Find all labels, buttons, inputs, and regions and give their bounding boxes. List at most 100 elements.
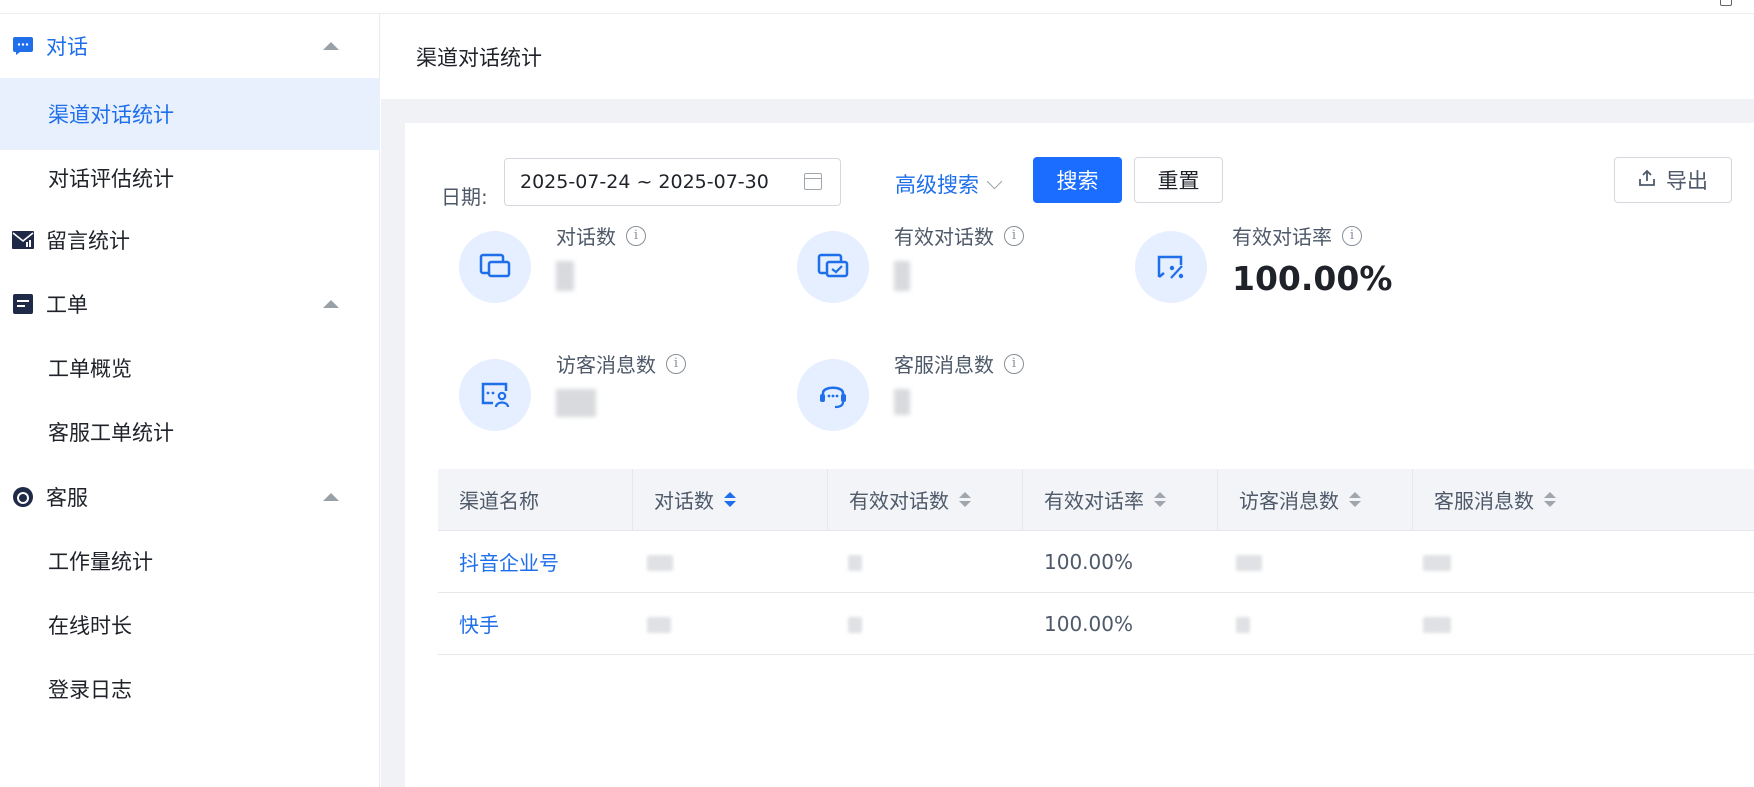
calendar-icon	[804, 173, 822, 190]
table-cell	[633, 593, 828, 654]
top-bar	[0, 0, 1754, 14]
sidebar-group-chat[interactable]: 对话	[0, 18, 380, 74]
column-header-agent-messages[interactable]: 客服消息数	[1413, 469, 1754, 530]
stat-label: 客服消息数 i	[894, 349, 1024, 378]
chat-icon	[12, 35, 34, 57]
chevron-down-icon	[986, 173, 1003, 189]
sidebar-item-label: 客服工单统计	[48, 421, 174, 445]
date-label: 日期:	[441, 185, 488, 209]
sidebar-item-workload[interactable]: 工作量统计	[0, 525, 380, 597]
sidebar-group-tickets[interactable]: 工单	[0, 276, 380, 332]
sidebar-group-label: 留言统计	[46, 229, 130, 253]
info-icon[interactable]: i	[1342, 225, 1362, 246]
sidebar-group-label: 客服	[46, 486, 88, 510]
sidebar-item-ticket-overview[interactable]: 工单概览	[0, 332, 380, 404]
search-button[interactable]: 搜索	[1033, 157, 1122, 203]
export-label: 导出	[1666, 169, 1708, 193]
stat-valid-conversations: 有效对话数 i	[797, 221, 1137, 321]
advanced-search-toggle[interactable]: 高级搜索	[895, 169, 1003, 199]
agent-headset-icon	[797, 359, 869, 431]
column-header-conversations[interactable]: 对话数	[633, 469, 828, 530]
column-header-valid-conversations[interactable]: 有效对话数	[828, 469, 1023, 530]
table-cell-rate: 100.00%	[1044, 549, 1133, 574]
redacted-value	[556, 261, 574, 291]
stat-label: 对话数 i	[556, 221, 646, 250]
sort-icon[interactable]	[724, 492, 736, 507]
sidebar-group-label: 对话	[46, 35, 88, 59]
sidebar-item-channel-stats[interactable]: 渠道对话统计	[0, 78, 380, 150]
column-header-valid-rate[interactable]: 有效对话率	[1023, 469, 1218, 530]
conversation-icon	[459, 231, 531, 303]
info-icon[interactable]: i	[1004, 225, 1024, 246]
page-header: 渠道对话统计	[381, 14, 1754, 99]
redacted-value	[894, 261, 910, 291]
info-icon[interactable]: i	[666, 353, 686, 374]
collapse-caret-icon	[323, 42, 339, 50]
collapse-caret-icon	[323, 493, 339, 501]
sidebar-item-label: 登录日志	[48, 678, 132, 702]
sort-icon[interactable]	[1154, 492, 1166, 507]
window-corner-icon[interactable]	[1720, 0, 1732, 6]
table-cell	[1218, 593, 1413, 654]
valid-conversation-icon	[797, 231, 869, 303]
column-header-channel: 渠道名称	[438, 469, 633, 530]
main-content: 渠道对话统计 日期: 2025-07-24 ~ 2025-07-30 高级搜索 …	[381, 14, 1754, 787]
sort-icon[interactable]	[959, 492, 971, 507]
sidebar-item-label: 工单概览	[48, 357, 132, 381]
column-header-visitor-messages[interactable]: 访客消息数	[1218, 469, 1413, 530]
redacted-value	[894, 389, 910, 415]
sidebar-item-label: 对话评估统计	[48, 167, 174, 191]
sidebar-item-eval-stats[interactable]: 对话评估统计	[0, 142, 380, 214]
channel-link[interactable]: 快手	[438, 593, 633, 654]
visitor-message-icon	[459, 359, 531, 431]
stat-valid-rate: 有效对话率 i 100.00%	[1135, 221, 1475, 321]
stat-label: 访客消息数 i	[556, 349, 686, 378]
sort-icon[interactable]	[1544, 492, 1556, 507]
channel-stats-table: 渠道名称 对话数 有效对话数 有效对话率 访客消息数 客服消息数 抖音企业号 1…	[438, 469, 1754, 655]
sort-icon[interactable]	[1349, 492, 1361, 507]
stat-value: 100.00%	[1232, 259, 1393, 298]
collapse-caret-icon	[323, 300, 339, 308]
sidebar-item-label: 工作量统计	[48, 550, 153, 574]
stat-agent-messages: 客服消息数 i	[797, 349, 1137, 449]
export-button[interactable]: 导出	[1614, 157, 1732, 203]
channel-link[interactable]: 抖音企业号	[438, 531, 633, 592]
stats-card: 日期: 2025-07-24 ~ 2025-07-30 高级搜索 搜索 重置 导…	[405, 123, 1754, 787]
ticket-icon	[12, 293, 34, 315]
sidebar-item-label: 渠道对话统计	[48, 103, 174, 127]
stat-conversations: 对话数 i	[459, 221, 799, 321]
table-cell	[633, 531, 828, 592]
stat-label: 有效对话率 i	[1232, 221, 1362, 250]
info-icon[interactable]: i	[626, 225, 646, 246]
table-cell	[1218, 531, 1413, 592]
info-icon[interactable]: i	[1004, 353, 1024, 374]
table-row: 快手 100.00%	[438, 593, 1754, 655]
sidebar-group-label: 工单	[46, 293, 88, 317]
mail-icon	[12, 229, 34, 251]
date-range-value: 2025-07-24 ~ 2025-07-30	[520, 171, 769, 193]
table-cell	[1413, 593, 1754, 654]
headset-icon	[12, 486, 34, 508]
table-row: 抖音企业号 100.00%	[438, 531, 1754, 593]
stat-visitor-messages: 访客消息数 i	[459, 349, 799, 449]
table-header: 渠道名称 对话数 有效对话数 有效对话率 访客消息数 客服消息数	[438, 469, 1754, 531]
page-title: 渠道对话统计	[416, 45, 542, 70]
table-cell	[828, 531, 1023, 592]
advanced-search-label: 高级搜索	[895, 173, 979, 197]
reset-button[interactable]: 重置	[1134, 157, 1223, 203]
upload-icon	[1638, 168, 1656, 192]
redacted-value	[556, 389, 596, 417]
sidebar-group-agents[interactable]: 客服	[0, 469, 380, 525]
sidebar: 对话 渠道对话统计 对话评估统计 留言统计 工单 工单概览 客服工单统计 客服 …	[0, 14, 380, 787]
sidebar-item-agent-ticket-stats[interactable]: 客服工单统计	[0, 396, 380, 468]
sidebar-item-login-log[interactable]: 登录日志	[0, 653, 380, 725]
table-cell-rate: 100.00%	[1044, 611, 1133, 636]
sidebar-item-online-time[interactable]: 在线时长	[0, 589, 380, 661]
rate-percent-icon	[1135, 231, 1207, 303]
date-range-picker[interactable]: 2025-07-24 ~ 2025-07-30	[504, 158, 841, 206]
table-cell	[828, 593, 1023, 654]
sidebar-group-messages[interactable]: 留言统计	[0, 212, 380, 268]
stat-label: 有效对话数 i	[894, 221, 1024, 250]
sidebar-item-label: 在线时长	[48, 614, 132, 638]
table-cell	[1413, 531, 1754, 592]
